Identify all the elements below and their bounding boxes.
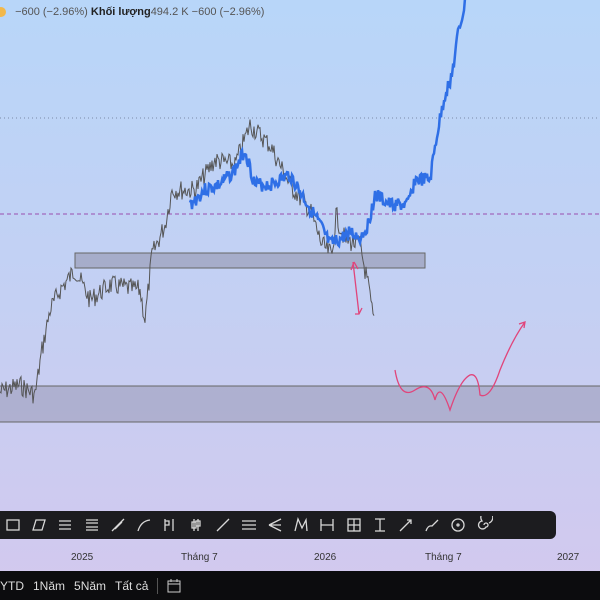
date-range-icon [320, 519, 334, 531]
long-short-icon [164, 519, 174, 531]
axis-label: 2026 [314, 552, 337, 563]
fib-retracement-tool[interactable] [52, 513, 78, 537]
xabcd-pattern-tool[interactable] [288, 513, 314, 537]
volume-value: 494.2 K [150, 6, 189, 18]
candles-tool[interactable] [183, 513, 209, 537]
pitchfork-icon [268, 518, 282, 532]
circle-icon [451, 518, 465, 532]
trend-line-tool[interactable] [210, 513, 236, 537]
horizontal-lines-icon [241, 520, 256, 530]
rectangle-tool[interactable] [0, 513, 26, 537]
price-change: −600 (−2.96%) [15, 6, 88, 18]
xabcd-pattern-icon [294, 517, 308, 532]
price-chart[interactable] [0, 0, 600, 600]
spiral-icon [478, 516, 494, 530]
axis-label: 2027 [557, 552, 580, 563]
brush-icon [425, 519, 439, 532]
calendar-icon[interactable] [166, 578, 182, 594]
arrow-tool[interactable] [393, 513, 419, 537]
support-zone-lower[interactable] [0, 385, 600, 423]
axis-label: Tháng 7 [181, 552, 218, 563]
axis-label: 2025 [71, 552, 94, 563]
arrow-icon [399, 519, 412, 532]
range-bar: YTD 1Năm 5Năm Tất cả [0, 571, 600, 600]
chart-legend: −600 (−2.96%) Khối lượng494.2 K −600 (−2… [0, 6, 264, 18]
date-range-tool[interactable] [314, 513, 340, 537]
down-arrow-annotation[interactable] [350, 261, 363, 315]
brush-tool[interactable] [419, 513, 445, 537]
price-range-tool[interactable] [367, 513, 393, 537]
range-5y[interactable]: 5Năm [74, 579, 106, 593]
long-short-tool[interactable] [157, 513, 183, 537]
divider [157, 577, 159, 594]
drawing-toolbar [0, 511, 556, 539]
candles-icon [191, 519, 202, 531]
range-all[interactable]: Tất cả [115, 579, 148, 593]
horizontal-lines-tool[interactable] [236, 513, 262, 537]
fib-extension-icon [85, 519, 98, 531]
path-tool[interactable] [131, 513, 157, 537]
path-icon [137, 519, 151, 532]
range-ytd[interactable]: YTD [0, 579, 24, 593]
spiral-tool[interactable] [471, 513, 497, 537]
trend-line-icon [216, 518, 230, 532]
axis-label: Tháng 7 [425, 552, 462, 563]
symbol-dot-icon [0, 7, 6, 18]
trend-angle-tool[interactable] [105, 513, 131, 537]
rectangle-icon [6, 519, 20, 531]
price-range-icon [374, 518, 385, 532]
support-zone-upper[interactable] [74, 252, 426, 269]
circle-tool[interactable] [445, 513, 471, 537]
pitchfork-tool[interactable] [262, 513, 288, 537]
volume-change: −600 (−2.96%) [191, 6, 265, 18]
trend-angle-icon [111, 518, 125, 532]
date-price-range-tool[interactable] [340, 513, 366, 537]
parallel-channel-icon [32, 519, 47, 531]
range-1y[interactable]: 1Năm [33, 579, 65, 593]
volume-label: Khối lượng [90, 6, 151, 18]
fib-extension-tool[interactable] [79, 513, 105, 537]
fib-retracement-icon [59, 520, 72, 530]
parallel-channel-tool[interactable] [26, 513, 52, 537]
projected-price-line [188, 0, 467, 249]
date-price-range-icon [346, 518, 361, 532]
